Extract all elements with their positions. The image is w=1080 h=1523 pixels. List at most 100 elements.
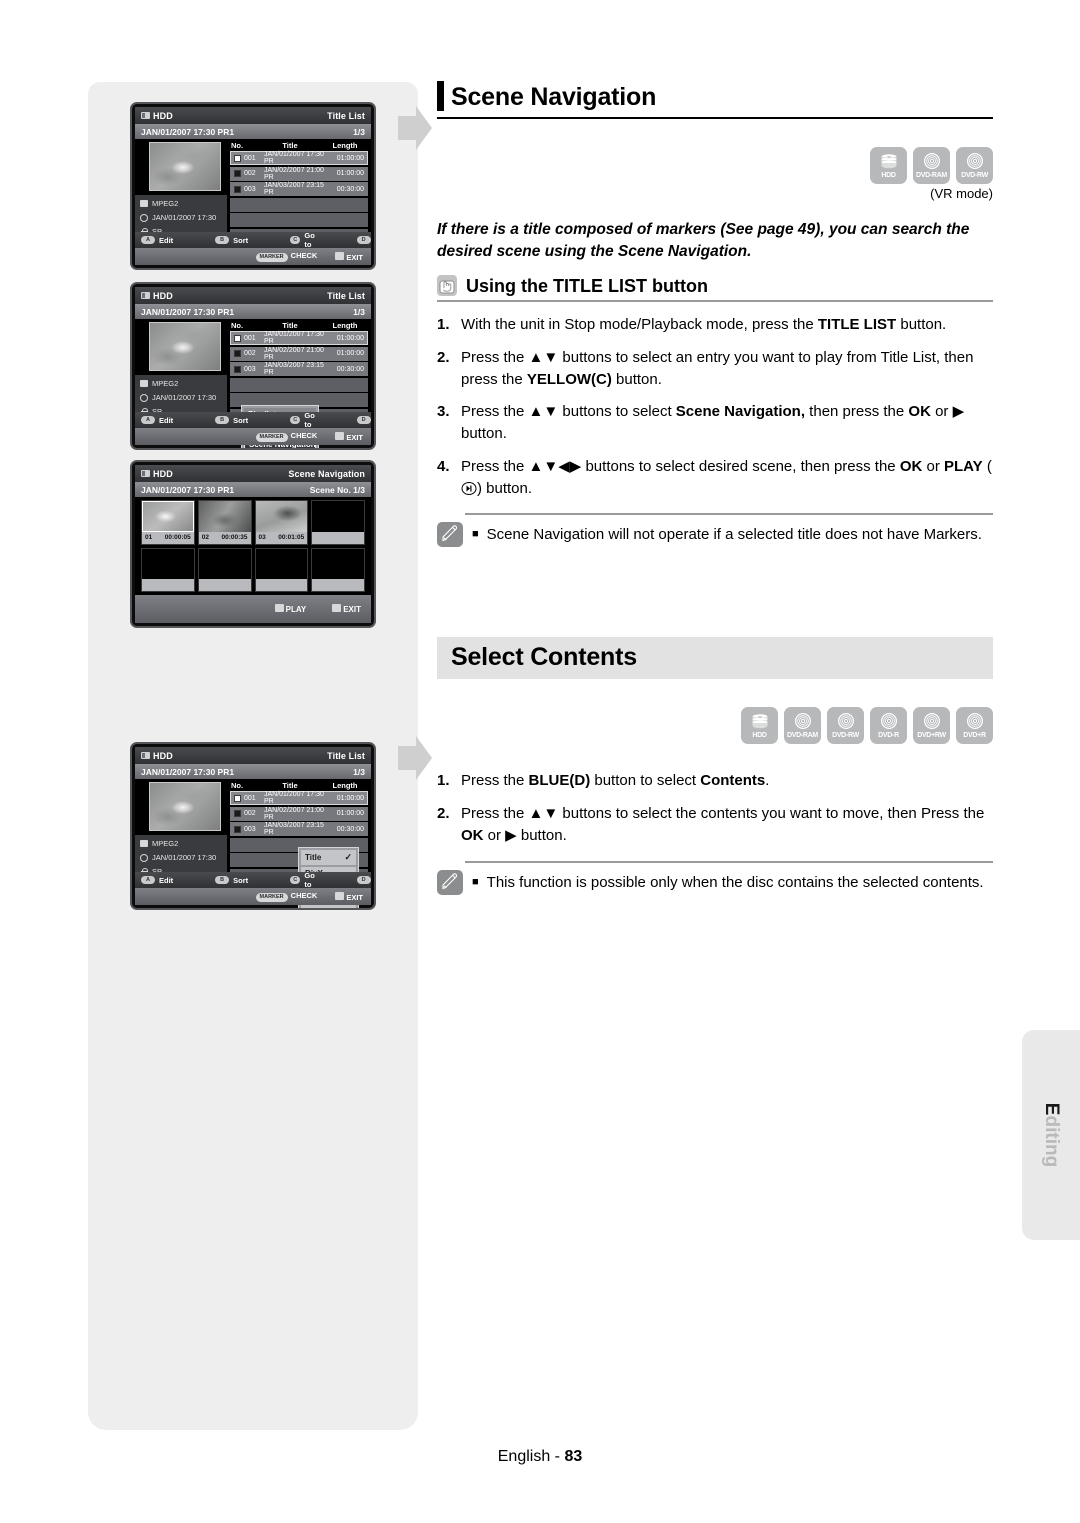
scene-cell[interactable]: 01 00:00:05: [141, 500, 195, 545]
softkey-label: Go to: [304, 411, 315, 429]
tv-source-label: HDD: [153, 750, 173, 761]
table-row[interactable]: 001 JAN/01/2007 17:30 PR 01:00:00: [230, 331, 368, 345]
disc-glyph-icon: [794, 713, 811, 730]
softkey-sort[interactable]: B Sort: [215, 876, 248, 885]
scene-cell-empty: [311, 547, 365, 592]
hdd-stack-icon: [881, 154, 896, 169]
softkey-goto[interactable]: C Go to: [290, 411, 318, 429]
contents-option-title[interactable]: Title ✓: [301, 850, 356, 865]
scene-thumbnail-empty: [312, 501, 364, 532]
table-row[interactable]: 001 JAN/01/2007 17:30 PR 01:00:00: [230, 151, 368, 165]
column-title: Title: [282, 781, 298, 790]
softkey-badge: D: [356, 236, 371, 244]
list-item: 1. With the unit in Stop mode/Playback m…: [437, 314, 993, 336]
exit-action[interactable]: EXIT: [335, 251, 363, 262]
format-icon: [140, 840, 148, 847]
table-row[interactable]: 002 JAN/02/2007 21:00 PR 01:00:00: [230, 806, 368, 821]
row-length: 01:00:00: [336, 170, 364, 177]
row-checkbox[interactable]: [234, 365, 241, 373]
scene-cell[interactable]: 03 00:01:05: [254, 500, 309, 545]
play-action[interactable]: PLAY: [274, 604, 306, 614]
table-row[interactable]: 002 JAN/02/2007 21:00 PR 01:00:00: [230, 166, 368, 181]
table-row[interactable]: 003 JAN/03/2007 23:15 PR 00:30:00: [230, 822, 368, 836]
note-text: Scene Navigation will not operate if a s…: [486, 526, 982, 544]
softkey-badge: A: [141, 876, 155, 884]
softkey-goto[interactable]: C Go to: [290, 871, 318, 889]
exit-icon: [335, 431, 345, 440]
row-checkbox[interactable]: [234, 810, 241, 817]
play-icon: [274, 604, 284, 612]
tv-titlebar: HDD Title List: [135, 747, 371, 764]
tv-mode-label: Title List: [327, 110, 365, 121]
info-datetime: JAN/01/2007 17:30: [152, 393, 217, 402]
section-intro: If there is a title composed of markers …: [437, 221, 970, 260]
scene-thumbnail: [142, 501, 194, 532]
row-length: 01:00:00: [336, 794, 364, 802]
preview-thumbnail: [149, 782, 221, 831]
steps-list-scene-navigation: 1. With the unit in Stop mode/Playback m…: [437, 314, 993, 499]
softkey-sort[interactable]: B Sort: [215, 416, 248, 425]
bullet-icon: ■: [472, 875, 479, 888]
disc-icon-dvd-plus-r: DVD+R: [956, 707, 993, 745]
marker-check[interactable]: MARKER CHECK: [255, 891, 317, 902]
info-format: MPEG2: [152, 839, 179, 848]
clock-icon: [140, 853, 148, 862]
exit-action[interactable]: EXIT: [335, 891, 363, 902]
marker-badge: MARKER: [255, 433, 288, 442]
row-checkbox[interactable]: [234, 334, 241, 342]
row-checkbox[interactable]: [234, 154, 241, 162]
subsection-heading: Using the TITLE LIST button: [437, 275, 993, 302]
row-checkbox[interactable]: [234, 825, 241, 833]
scene-cell[interactable]: 02 00:00:35: [197, 500, 252, 545]
disc-glyph-icon: [966, 153, 983, 169]
tv-screen-title-list-contents: HDD Title List JAN/01/2007 17:30 PR1 1/3…: [130, 742, 376, 910]
tv-screen-title-list-2: HDD Title List JAN/01/2007 17:30 PR1 1/3…: [130, 282, 376, 450]
column-no: No.: [231, 321, 244, 330]
disc-icon-dvd-ram: DVD-RAM: [784, 707, 821, 745]
tv-subbar: JAN/01/2007 17:30 PR1 1/3: [135, 304, 371, 319]
step-number: 4.: [437, 457, 450, 475]
table-row[interactable]: 003 JAN/03/2007 23:15 PR 00:30:00: [230, 362, 368, 376]
table-row[interactable]: 003 JAN/03/2007 23:15 PR 00:30:00: [230, 182, 368, 196]
marker-check[interactable]: MARKER CHECK: [255, 251, 317, 262]
hdd-icon: [141, 112, 150, 119]
row-title: JAN/01/2007 17:30 PR: [264, 331, 324, 345]
info-datetime: JAN/01/2007 17:30: [152, 213, 217, 222]
softkey-contents[interactable]: D Contents: [356, 416, 374, 425]
step-number: 1.: [437, 772, 450, 790]
disc-label: DVD-RW: [961, 172, 988, 179]
tv-mode-label: Title List: [327, 750, 365, 761]
title-info-block: MPEG2 JAN/01/2007 17:30 SP V-Mode Compat…: [135, 375, 227, 430]
list-item: 3. Press the ▲▼ buttons to select Scene …: [437, 401, 993, 445]
step-number: 1.: [437, 316, 450, 333]
softkey-edit[interactable]: A Edit: [141, 416, 173, 425]
table-row[interactable]: 002 JAN/02/2007 21:00 PR 01:00:00: [230, 346, 368, 361]
row-no: 003: [244, 185, 256, 193]
softkey-contents[interactable]: D Contents: [356, 236, 374, 245]
title-info-block: MPEG2 JAN/01/2007 17:30 SP V-Mode Compat…: [135, 195, 227, 250]
softkey-sort[interactable]: B Sort: [215, 236, 248, 245]
tv-source-label: HDD: [153, 110, 173, 121]
softkey-label: Sort: [233, 235, 249, 245]
side-tab-label: Editing: [1041, 1102, 1063, 1168]
marker-check[interactable]: MARKER CHECK: [255, 431, 317, 442]
scene-time: 00:01:05: [278, 534, 305, 541]
tv-mode-label: Title List: [327, 290, 365, 301]
softkey-edit[interactable]: A Edit: [141, 876, 173, 885]
softkey-badge: C: [290, 416, 301, 424]
softkey-contents[interactable]: D Contents: [356, 876, 374, 885]
table-row[interactable]: 001 JAN/01/2007 17:30 PR 01:00:00: [230, 791, 368, 805]
row-checkbox[interactable]: [234, 170, 241, 177]
list-header: No. Title Length: [227, 139, 371, 151]
row-checkbox[interactable]: [234, 350, 241, 357]
row-length: 00:30:00: [336, 185, 364, 193]
row-length: 01:00:00: [336, 350, 364, 357]
step-text: Press the ▲▼◀▶ buttons to select desired…: [461, 457, 992, 497]
row-checkbox[interactable]: [234, 794, 241, 802]
softkey-edit[interactable]: A Edit: [141, 236, 173, 245]
softkey-goto[interactable]: C Go to: [290, 231, 318, 249]
row-checkbox[interactable]: [234, 185, 241, 193]
exit-action[interactable]: EXIT: [332, 604, 361, 614]
exit-action[interactable]: EXIT: [335, 431, 363, 442]
softkey-label: Sort: [233, 875, 249, 885]
